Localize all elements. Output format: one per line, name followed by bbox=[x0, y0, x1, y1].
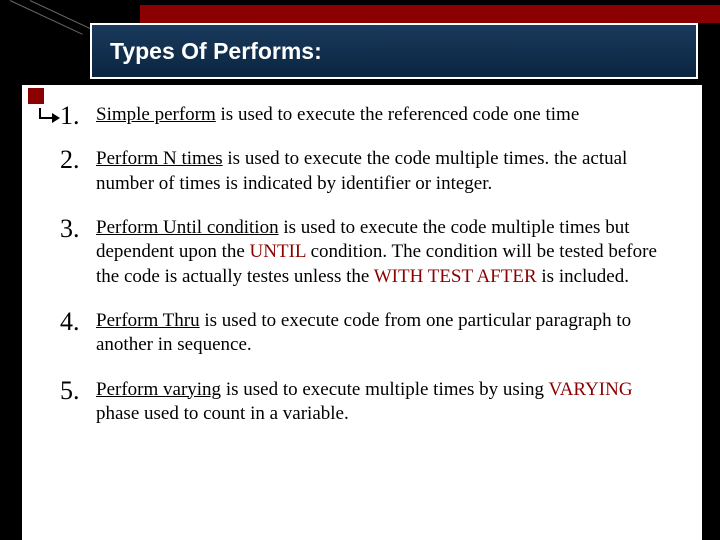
item-text: phase used to count in a variable. bbox=[96, 403, 349, 424]
list-item: Simple perform is used to execute the re… bbox=[60, 103, 680, 127]
item-text: is used to execute multiple times by usi… bbox=[221, 379, 548, 400]
list-item: Perform N times is used to execute the c… bbox=[60, 147, 680, 196]
bullet-square-icon bbox=[26, 86, 46, 106]
keyword: WITH TEST AFTER bbox=[374, 266, 537, 287]
list-item: Perform Thru is used to execute code fro… bbox=[60, 309, 680, 358]
content-area: Simple perform is used to execute the re… bbox=[22, 85, 702, 540]
top-accent-bar bbox=[140, 5, 720, 23]
title-box: Types Of Performs: bbox=[90, 23, 698, 79]
corner-decoration bbox=[0, 0, 100, 40]
list-item: Perform Until condition is used to execu… bbox=[60, 216, 680, 289]
keyword: UNTIL bbox=[250, 241, 306, 262]
item-text: is used to execute the referenced code o… bbox=[216, 104, 579, 125]
item-lead: Simple perform bbox=[96, 104, 216, 125]
indent-arrow-icon bbox=[38, 108, 62, 126]
item-lead: Perform Until condition bbox=[96, 217, 279, 238]
item-lead: Perform Thru bbox=[96, 310, 200, 331]
keyword: VARYING bbox=[548, 379, 632, 400]
item-text: is included. bbox=[537, 266, 629, 287]
perform-list: Simple perform is used to execute the re… bbox=[60, 103, 680, 426]
list-item: Perform varying is used to execute multi… bbox=[60, 378, 680, 427]
slide-title: Types Of Performs: bbox=[110, 38, 322, 65]
item-lead: Perform varying bbox=[96, 379, 221, 400]
item-lead: Perform N times bbox=[96, 148, 223, 169]
